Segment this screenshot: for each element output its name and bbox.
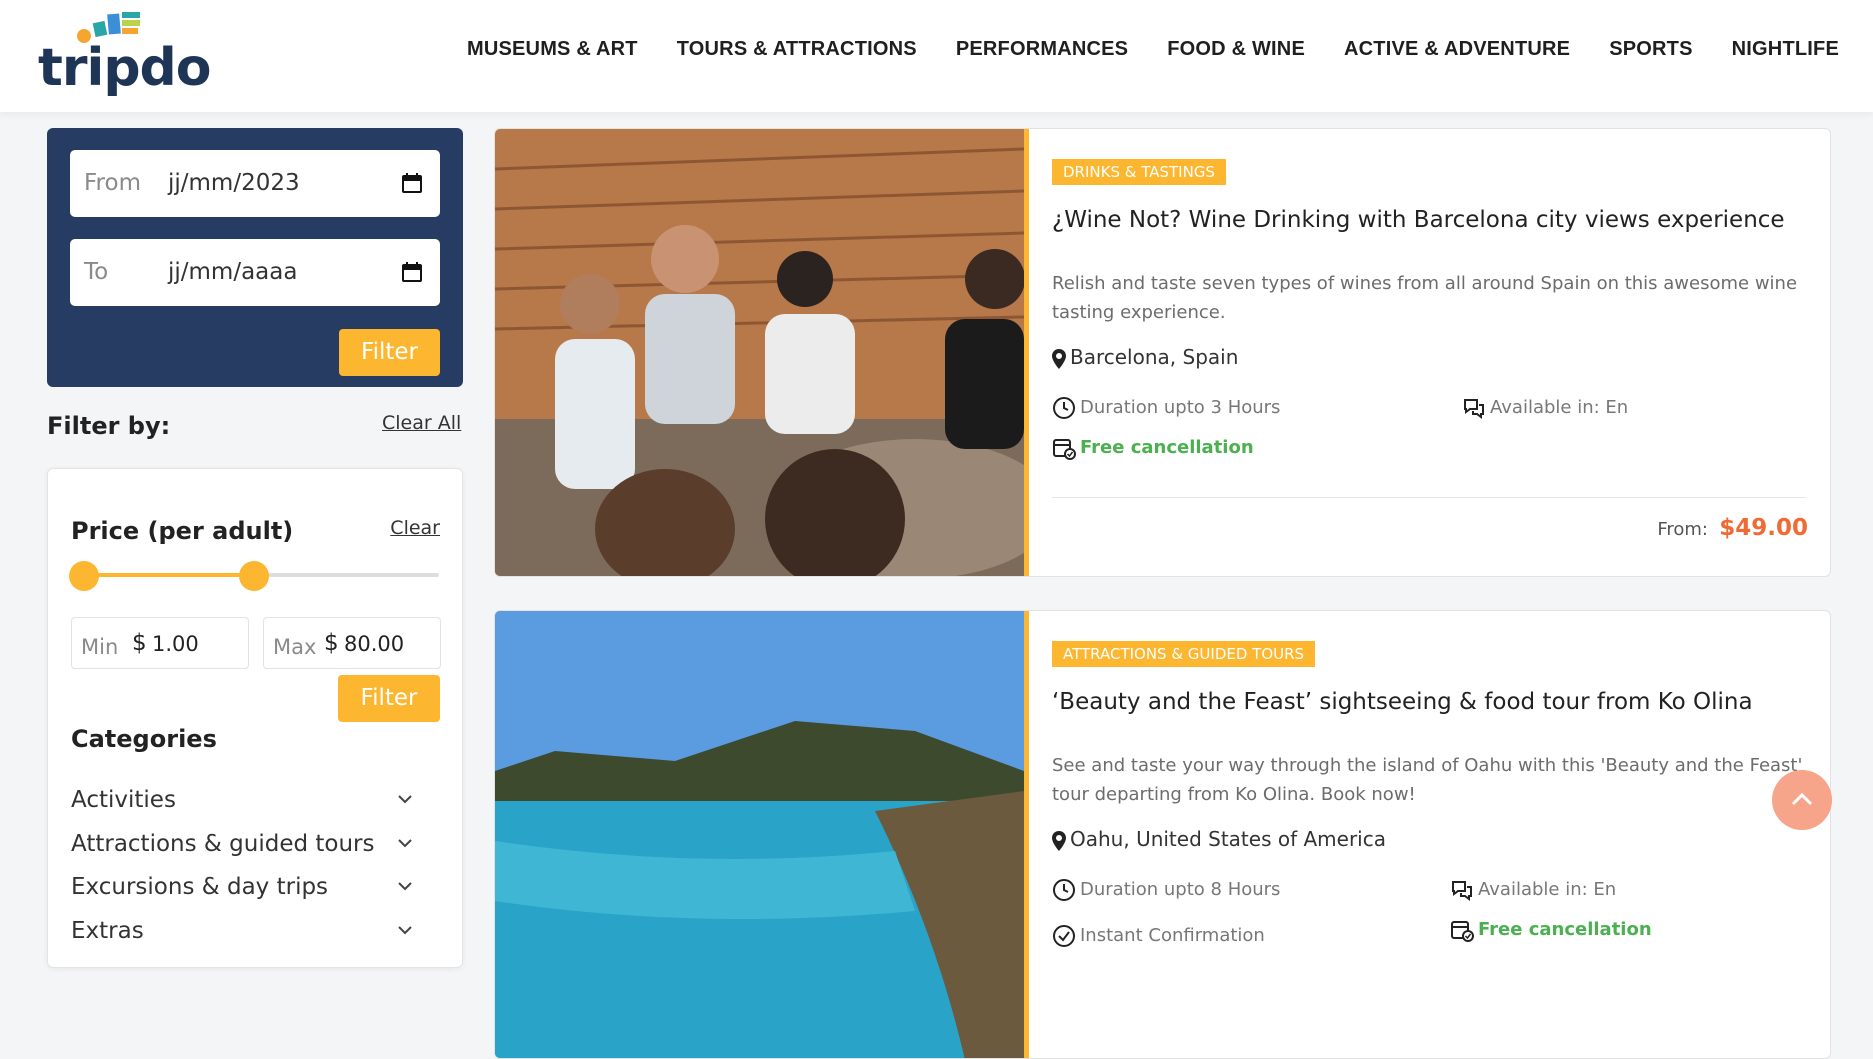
logo-text: tripdo: [38, 38, 211, 98]
map-pin-icon: [1052, 830, 1066, 851]
location-text: Barcelona, Spain: [1070, 345, 1239, 369]
category-excursions-day-trips[interactable]: Excursions & day trips: [71, 870, 431, 906]
chevron-up-icon: [1791, 792, 1813, 806]
main-nav: MUSEUMS & ART TOURS & ATTRACTIONS PERFOR…: [467, 38, 1839, 61]
duration-meta: Duration upto 3 Hours: [1052, 396, 1280, 420]
from-date-value[interactable]: jj/mm/2023: [168, 170, 300, 196]
max-price-input[interactable]: Max $ 80.00: [263, 617, 441, 669]
categories-heading: Categories: [71, 725, 217, 753]
scroll-to-top-button[interactable]: [1772, 770, 1832, 830]
price-slider-range: [84, 573, 255, 577]
max-price-value[interactable]: 80.00: [344, 632, 404, 656]
category-label: Attractions & guided tours: [71, 831, 375, 857]
card-description: Relish and taste seven types of wines fr…: [1052, 273, 1798, 323]
clear-all-link[interactable]: Clear All: [382, 412, 461, 434]
category-attractions-guided-tours[interactable]: Attractions & guided tours: [71, 827, 431, 863]
filter-by-heading: Filter by:: [47, 412, 171, 440]
accent-strip: [1024, 129, 1029, 576]
card-divider: [1052, 497, 1806, 498]
nav-sports[interactable]: SPORTS: [1609, 38, 1692, 61]
chevron-down-icon[interactable]: [397, 924, 413, 936]
cancellation-text: Free cancellation: [1080, 437, 1254, 458]
calendar-check-icon: [1053, 439, 1076, 460]
duration-text: Duration upto 3 Hours: [1080, 397, 1281, 418]
map-pin-icon: [1052, 348, 1066, 369]
clock-icon: [1053, 879, 1075, 901]
available-text: Available in: En: [1478, 879, 1617, 900]
site-header: tripdo MUSEUMS & ART TOURS & ATTRACTIONS…: [0, 0, 1873, 112]
min-price-input[interactable]: Min $ 1.00: [71, 617, 249, 669]
max-currency: $: [324, 630, 339, 656]
category-activities[interactable]: Activities: [71, 783, 431, 819]
card-title[interactable]: ¿Wine Not? Wine Drinking with Barcelona …: [1052, 207, 1785, 233]
to-date-value[interactable]: jj/mm/aaaa: [168, 259, 297, 285]
to-label: To: [84, 259, 109, 285]
chevron-down-icon[interactable]: [397, 880, 413, 892]
cancellation-text: Free cancellation: [1478, 919, 1652, 940]
nav-performances[interactable]: PERFORMANCES: [956, 38, 1128, 61]
confirmation-text: Instant Confirmation: [1080, 925, 1265, 946]
oahu-coast-photo[interactable]: [495, 611, 1024, 1059]
card-title[interactable]: ‘Beauty and the Feast’ sightseeing & foo…: [1052, 689, 1753, 715]
max-label: Max: [273, 635, 317, 659]
calendar-icon[interactable]: [402, 173, 422, 193]
category-extras[interactable]: Extras: [71, 914, 431, 950]
from-date-field[interactable]: From jj/mm/2023: [70, 150, 440, 217]
card-location: Barcelona, Spain: [1052, 345, 1238, 369]
card-location: Oahu, United States of America: [1052, 827, 1386, 851]
clock-icon: [1053, 397, 1075, 419]
chat-bubbles-icon: [1464, 399, 1484, 419]
language-meta: Available in: En: [1462, 396, 1628, 420]
price-value: $49.00: [1719, 515, 1808, 541]
nav-food-wine[interactable]: FOOD & WINE: [1167, 38, 1305, 61]
tripdo-logo[interactable]: tripdo: [38, 10, 211, 100]
location-text: Oahu, United States of America: [1070, 827, 1386, 851]
chevron-down-icon[interactable]: [397, 837, 413, 849]
date-filter-button[interactable]: Filter: [339, 329, 440, 376]
duration-text: Duration upto 8 Hours: [1080, 879, 1281, 900]
price-slider-min-handle[interactable]: [69, 561, 99, 591]
activity-card[interactable]: DRINKS & TASTINGS ¿Wine Not? Wine Drinki…: [494, 128, 1831, 577]
category-badge: DRINKS & TASTINGS: [1052, 159, 1226, 185]
price-clear-link[interactable]: Clear: [390, 517, 440, 539]
from-label: From:: [1657, 519, 1708, 540]
chat-bubbles-icon: [1452, 881, 1472, 901]
language-meta: Available in: En: [1450, 878, 1616, 902]
wine-tasting-photo[interactable]: [495, 129, 1024, 577]
nav-nightlife[interactable]: NIGHTLIFE: [1732, 38, 1839, 61]
price-heading: Price (per adult): [71, 517, 294, 545]
confirmation-meta: Instant Confirmation: [1052, 924, 1265, 948]
to-date-field[interactable]: To jj/mm/aaaa: [70, 239, 440, 306]
min-label: Min: [81, 635, 119, 659]
available-text: Available in: En: [1490, 397, 1629, 418]
price-filter-button[interactable]: Filter: [338, 675, 440, 722]
nav-active-adventure[interactable]: ACTIVE & ADVENTURE: [1344, 38, 1570, 61]
calendar-icon[interactable]: [402, 262, 422, 282]
price-slider-max-handle[interactable]: [239, 561, 270, 591]
nav-tours-attractions[interactable]: TOURS & ATTRACTIONS: [677, 38, 917, 61]
duration-meta: Duration upto 8 Hours: [1052, 878, 1280, 902]
activity-card[interactable]: ATTRACTIONS & GUIDED TOURS ‘Beauty and t…: [494, 610, 1831, 1059]
check-badge-icon: [1053, 925, 1075, 947]
min-price-value[interactable]: 1.00: [152, 632, 199, 656]
category-badge: ATTRACTIONS & GUIDED TOURS: [1052, 641, 1316, 667]
category-label: Activities: [71, 787, 176, 813]
calendar-check-icon: [1451, 921, 1474, 942]
card-description: See and taste your way through the islan…: [1052, 755, 1803, 805]
min-currency: $: [132, 630, 147, 656]
cancellation-meta: Free cancellation: [1052, 436, 1254, 460]
nav-museums-art[interactable]: MUSEUMS & ART: [467, 38, 638, 61]
filter-panel: Price (per adult) Clear Min $ 1.00 Max $…: [47, 468, 463, 968]
from-label: From: [84, 170, 141, 196]
date-filter-box: From jj/mm/2023 To jj/mm/aaaa Filter: [47, 128, 463, 387]
category-label: Extras: [71, 918, 144, 944]
category-label: Excursions & day trips: [71, 874, 329, 900]
accent-strip: [1024, 611, 1029, 1058]
cancellation-meta: Free cancellation: [1450, 918, 1652, 942]
chevron-down-icon[interactable]: [397, 793, 413, 805]
